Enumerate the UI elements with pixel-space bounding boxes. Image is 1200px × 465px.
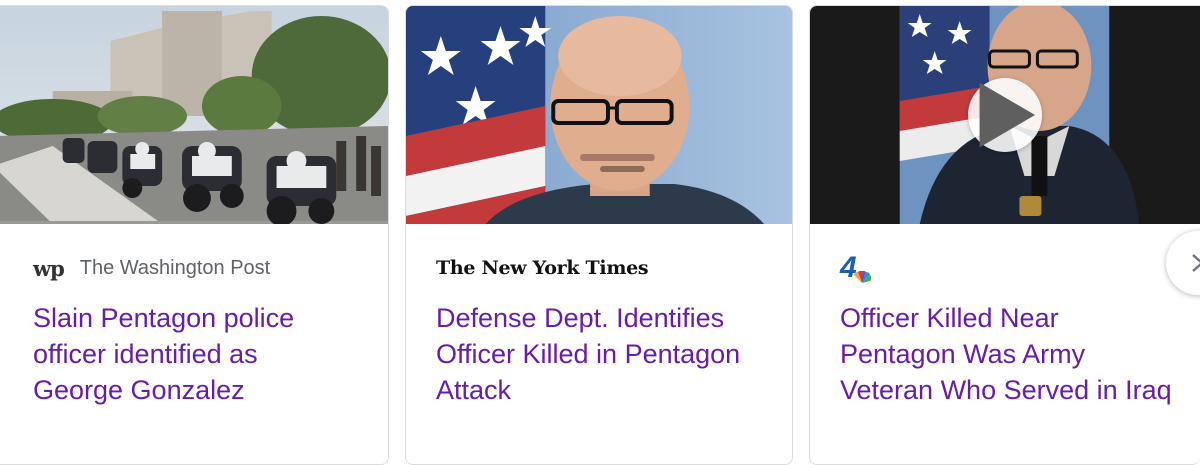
news-card[interactable]: The New York Times Defense Dept. Identif… — [405, 5, 793, 465]
new-york-times-logo: The New York Times — [436, 257, 649, 279]
play-button[interactable] — [968, 78, 1042, 152]
news-carousel: wp The Washington Post Slain Pentagon po… — [0, 0, 1200, 465]
news-card[interactable]: 4 Officer Killed Near Pentagon Was Army … — [809, 5, 1200, 465]
headline-link[interactable]: Slain Pentagon police officer identified… — [33, 300, 353, 408]
chevron-right-icon — [1192, 254, 1200, 272]
headline-link[interactable]: Defense Dept. Identifies Officer Killed … — [436, 300, 771, 408]
source-row: The New York Times — [436, 254, 649, 282]
officer-portrait-video-image — [810, 6, 1200, 224]
nbc4-logo: 4 — [840, 253, 871, 283]
nbc-peacock-icon — [853, 271, 871, 283]
headline-link[interactable]: Officer Killed Near Pentagon Was Army Ve… — [840, 300, 1175, 408]
news-card[interactable]: wp The Washington Post Slain Pentagon po… — [0, 5, 389, 465]
source-name: The Washington Post — [79, 256, 271, 279]
washington-post-logo: wp — [33, 255, 65, 281]
officer-portrait-image — [406, 6, 792, 224]
play-icon — [979, 82, 1036, 148]
source-row: wp The Washington Post — [33, 254, 270, 282]
source-row: 4 — [840, 253, 871, 283]
motorcycle-procession-image — [0, 6, 388, 224]
